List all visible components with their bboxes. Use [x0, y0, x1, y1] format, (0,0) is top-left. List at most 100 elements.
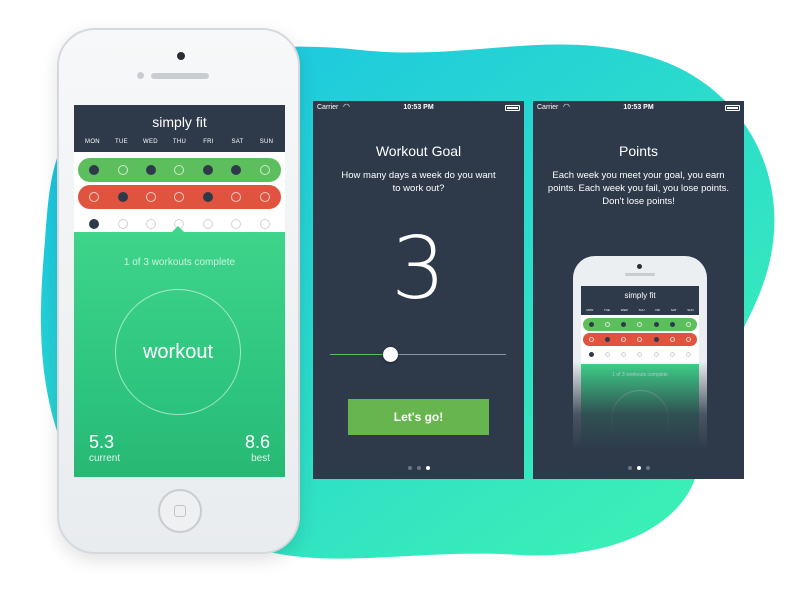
day-dot-empty	[637, 337, 643, 342]
mini-day-label: SUN	[687, 308, 694, 312]
mini-day-label: WED	[620, 308, 628, 312]
header: simply fit MON TUE WED THU FRI SAT SUN	[74, 105, 285, 241]
page-dot[interactable]	[645, 466, 650, 470]
day-dot-empty	[146, 219, 157, 229]
home-square-icon	[174, 505, 186, 517]
page-dot[interactable]	[407, 466, 412, 470]
week-row-current[interactable]	[583, 348, 697, 361]
selection-notch	[172, 226, 184, 232]
status-bar: Carrier ◠ 10:53 PM	[533, 101, 744, 115]
page-indicator	[313, 466, 524, 470]
day-dot-empty	[259, 192, 270, 202]
progress-text: 1 of 3 workouts complete	[123, 257, 236, 268]
phone-mockup: simply fit MON TUE WED THU FRI SAT SUN 1…	[57, 28, 300, 554]
preview-fade	[533, 361, 744, 479]
battery-icon	[505, 105, 520, 111]
day-dot-empty	[621, 352, 627, 357]
day-dot-empty	[686, 337, 692, 342]
day-dot-empty	[146, 192, 157, 202]
current-score-label: current	[89, 453, 121, 464]
proximity-sensor	[137, 72, 144, 79]
day-dot-completed	[89, 165, 100, 175]
day-dot-empty	[231, 192, 242, 202]
day-label: TUE	[115, 139, 128, 145]
week-row-met[interactable]	[583, 318, 697, 331]
goal-value: 3	[391, 219, 446, 319]
current-score-value: 5.3	[89, 432, 115, 452]
points-screen: Carrier ◠ 10:53 PM Points Each week you …	[533, 101, 744, 479]
day-dot-completed	[202, 192, 213, 202]
workout-goal-screen: Carrier ◠ 10:53 PM Workout Goal How many…	[313, 101, 524, 479]
workout-panel: 1 of 3 workouts complete workout 5.3 cur…	[74, 226, 285, 477]
goal-slider-thumb[interactable]	[383, 347, 398, 362]
page-dot[interactable]	[627, 466, 632, 470]
page-dot-active[interactable]	[425, 466, 430, 470]
day-dot-completed	[653, 322, 659, 327]
day-dot-completed	[621, 322, 627, 327]
earpiece-speaker	[625, 273, 655, 276]
week-row-failed[interactable]	[583, 333, 697, 346]
day-dot-empty	[259, 165, 270, 175]
day-dot-completed	[89, 219, 100, 229]
screen-title: Workout Goal	[375, 143, 462, 159]
workout-button[interactable]: workout	[115, 289, 241, 415]
app-title: simply fit	[152, 114, 207, 130]
mini-day-label: MON	[586, 308, 594, 312]
best-score-label: best	[251, 453, 270, 464]
goal-question: How many days a week do you want to work…	[341, 170, 496, 194]
mini-week-history	[581, 315, 699, 364]
day-dot-empty	[604, 322, 610, 327]
mini-day-label: THU	[638, 308, 645, 312]
day-label: THU	[172, 139, 187, 145]
week-row-met[interactable]	[78, 158, 281, 182]
day-dot-empty	[89, 192, 100, 202]
day-dot-empty	[637, 352, 643, 357]
status-bar: Carrier ◠ 10:53 PM	[313, 101, 524, 115]
page-indicator	[533, 466, 744, 470]
day-dot-empty	[621, 337, 627, 342]
day-dot-empty	[604, 352, 610, 357]
day-dot-empty	[117, 165, 128, 175]
front-camera	[177, 52, 185, 60]
battery-icon	[725, 105, 740, 111]
current-score: 5.3 current	[89, 432, 120, 464]
best-score-value: 8.6	[244, 432, 270, 452]
day-label: WED	[143, 139, 158, 145]
day-dot-empty	[202, 219, 213, 229]
day-dot-completed	[653, 337, 659, 342]
day-dot-completed	[588, 352, 594, 357]
home-button[interactable]	[158, 489, 202, 533]
week-row-failed[interactable]	[78, 185, 281, 209]
day-dot-empty	[174, 165, 185, 175]
mini-day-label: FRI	[655, 308, 661, 312]
lets-go-button[interactable]: Let's go!	[348, 399, 489, 435]
front-camera	[637, 264, 642, 269]
day-dot-completed	[670, 322, 676, 327]
day-dot-completed	[202, 165, 213, 175]
day-dot-empty	[670, 352, 676, 357]
day-dot-empty	[670, 337, 676, 342]
day-dot-completed	[231, 165, 242, 175]
day-dot-completed	[146, 165, 157, 175]
day-dot-empty	[686, 322, 692, 327]
mini-day-label: TUE	[604, 308, 611, 312]
day-dot-empty	[174, 192, 185, 202]
best-score: 8.6 best	[245, 432, 270, 464]
page-dot-active[interactable]	[636, 466, 641, 470]
day-label: SAT	[231, 139, 244, 145]
page-dot[interactable]	[416, 466, 421, 470]
mini-day-label: SAT	[670, 308, 677, 312]
day-labels: MON TUE WED THU FRI SAT SUN	[74, 139, 285, 152]
points-description: Each week you meet your goal, you earn p…	[547, 170, 730, 207]
mini-app-title: simply fit	[581, 286, 699, 308]
day-dot-completed	[588, 322, 594, 327]
day-dot-completed	[117, 192, 128, 202]
day-dot-empty	[588, 337, 594, 342]
day-label: SUN	[259, 139, 274, 145]
day-dot-empty	[637, 322, 643, 327]
clock: 10:53 PM	[623, 104, 654, 111]
goal-slider-fill	[330, 354, 391, 355]
day-dot-empty	[686, 352, 692, 357]
day-dot-empty	[259, 219, 270, 229]
mini-day-labels: MON TUE WED THU FRI SAT SUN	[581, 308, 699, 315]
